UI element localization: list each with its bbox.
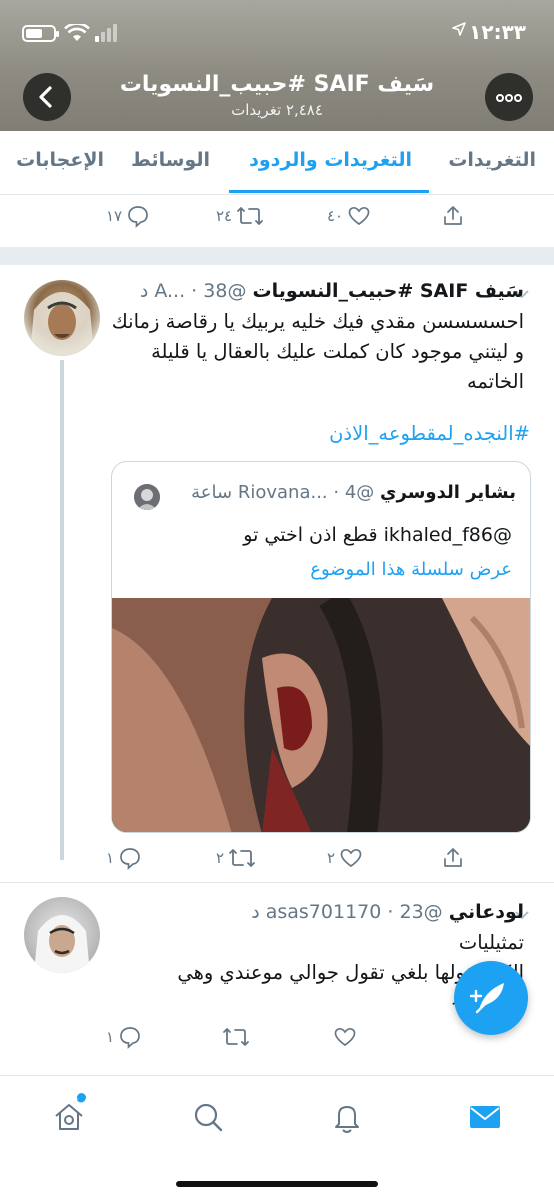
retweet-icon: [237, 207, 264, 225]
wifi-icon: [64, 24, 90, 41]
quoted-tweet[interactable]: بشاير الدوسري @Riovana... · 4 ساعة @ikha…: [111, 461, 531, 833]
reply-icon: [128, 206, 148, 228]
avatar[interactable]: [24, 280, 100, 356]
messages-icon[interactable]: [468, 1100, 502, 1134]
new-tweets-dot: [77, 1093, 86, 1102]
home-icon[interactable]: [52, 1100, 86, 1134]
like-count: ٢: [327, 849, 336, 867]
more-button[interactable]: [485, 73, 533, 121]
back-arrow-icon: [39, 86, 52, 108]
like-button[interactable]: ٢: [327, 845, 363, 871]
reply-button[interactable]: ١: [106, 845, 142, 871]
tweet-author-name[interactable]: سَيف SAIF #حبيب_النسويات: [253, 280, 525, 302]
quote-avatar: [134, 484, 160, 510]
share-button[interactable]: [441, 845, 465, 871]
quote-text: @ikhaled_f86 قطع اذن اختي تو: [243, 524, 512, 546]
like-count: ٤٠: [327, 207, 344, 225]
compose-button[interactable]: [454, 961, 528, 1035]
quote-avatar-icon: [134, 484, 160, 510]
profile-tabs: التغريدات التغريدات والردود الوسائط الإع…: [0, 131, 554, 195]
tweet-header: لودعاني @asas701170 · 23 د: [251, 901, 524, 923]
tweet-author-name[interactable]: لودعاني: [449, 901, 524, 923]
avatar-portrait-icon: [34, 915, 90, 973]
reply-count: ١: [106, 849, 115, 867]
tab-tweets-and-replies[interactable]: التغريدات والردود: [249, 149, 412, 171]
avatar[interactable]: [24, 897, 100, 973]
retweet-button[interactable]: ٢٤: [216, 203, 264, 229]
active-tab-indicator: [229, 190, 429, 193]
tweet-hashtag[interactable]: #النجده_لمقطوعه_الاذن: [329, 422, 530, 445]
retweet-count: ٢: [216, 849, 225, 867]
profile-title: سَيف SAIF #حبيب_النسويات: [119, 72, 435, 97]
retweet-count: ٢٤: [216, 207, 233, 225]
home-indicator: [176, 1181, 378, 1187]
share-icon: [444, 206, 462, 225]
show-thread-link[interactable]: عرض سلسلة هذا الموضوع: [310, 559, 512, 580]
profile-header: ١٢:٣٣ سَيف SAIF #حبيب_النسويات ٢,٤٨٤ تغر…: [0, 0, 554, 131]
more-icon: [496, 94, 522, 102]
reply-button[interactable]: ١: [106, 1024, 142, 1050]
reply-icon: [120, 848, 140, 870]
retweet-button[interactable]: [222, 1024, 250, 1050]
timeline-separator: [0, 247, 554, 265]
tab-media[interactable]: الوسائط: [131, 149, 210, 171]
quote-header: بشاير الدوسري @Riovana... · 4 ساعة: [191, 482, 516, 503]
like-icon: [348, 206, 370, 226]
like-icon: [334, 1027, 356, 1047]
status-bar: ١٢:٣٣: [0, 18, 554, 48]
reply-count: ١: [106, 1028, 115, 1046]
location-icon: [452, 22, 466, 36]
like-button[interactable]: ٤٠: [327, 203, 371, 229]
signal-icon: [95, 24, 117, 42]
quote-photo[interactable]: [112, 598, 531, 833]
tweet-count: ٢,٤٨٤ تغريدات: [231, 101, 323, 119]
battery-icon: [22, 25, 59, 42]
search-icon[interactable]: [191, 1100, 225, 1134]
retweet-icon: [229, 849, 255, 867]
retweet-icon: [223, 1028, 249, 1046]
like-icon: [340, 848, 362, 868]
back-button[interactable]: [23, 73, 71, 121]
avatar-portrait-icon: [30, 292, 94, 356]
notifications-icon[interactable]: [330, 1100, 364, 1134]
tweet-header: سَيف SAIF #حبيب_النسويات @A... · 38 د: [139, 280, 525, 302]
thread-line: [60, 360, 64, 860]
tab-tweets[interactable]: التغريدات: [448, 149, 536, 171]
compose-icon: [469, 983, 504, 1014]
retweet-button[interactable]: ٢: [216, 845, 256, 871]
reply-button[interactable]: ١٧: [106, 203, 150, 229]
tab-likes[interactable]: الإعجابات: [16, 149, 104, 171]
reply-count: ١٧: [106, 207, 123, 225]
quote-author-name: بشاير الدوسري: [380, 482, 516, 503]
share-button[interactable]: [441, 203, 465, 229]
share-icon: [444, 848, 462, 867]
like-button[interactable]: [333, 1024, 357, 1050]
reply-icon: [120, 1027, 140, 1049]
tweet-text: احسسسسن مقدي فيك خليه يربيك يا رقاصة زما…: [111, 310, 524, 393]
status-time: ١٢:٣٣: [469, 20, 526, 44]
tweet-divider: [0, 882, 554, 883]
